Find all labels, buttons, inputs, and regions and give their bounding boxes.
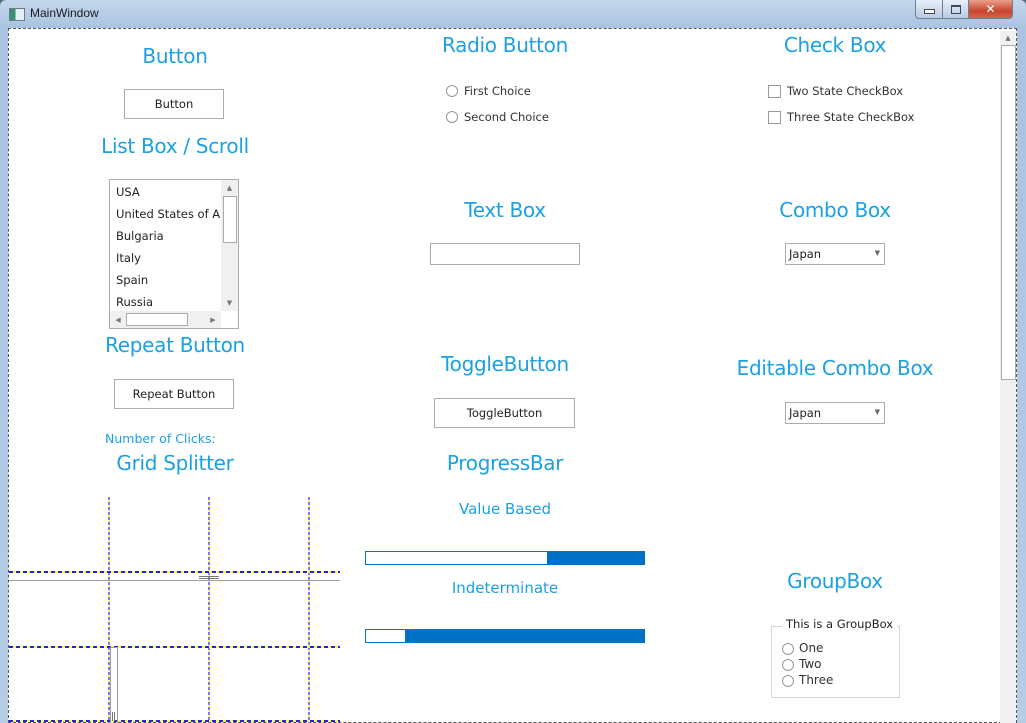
- country-listbox[interactable]: USA United States of Am Bulgaria Italy S…: [109, 179, 239, 329]
- list-item[interactable]: Italy: [116, 251, 141, 265]
- splitter-grip-icon: [114, 712, 115, 721]
- radio-label[interactable]: Two: [799, 657, 822, 671]
- repeat-button[interactable]: Repeat Button: [114, 379, 234, 409]
- listbox-horizontal-thumb[interactable]: [126, 313, 188, 326]
- text-box-heading: Text Box: [464, 198, 546, 222]
- combo-box-value: Japan: [789, 247, 822, 261]
- listbox-vertical-thumb[interactable]: [223, 196, 237, 243]
- listbox-heading: List Box / Scroll: [101, 134, 249, 158]
- scroll-right-icon[interactable]: ▶: [205, 311, 221, 328]
- progress-fill: [546, 552, 644, 564]
- main-window: MainWindow ✕ Button Button List Box / Sc…: [0, 0, 1026, 723]
- checkbox-label[interactable]: Two State CheckBox: [787, 84, 903, 98]
- listbox-horizontal-scrollbar[interactable]: ◀ ▶: [110, 311, 221, 328]
- splitter-grip-icon: [199, 578, 219, 579]
- checkbox-icon[interactable]: [768, 111, 781, 124]
- radio-icon[interactable]: [782, 643, 794, 655]
- minimize-button[interactable]: [915, 0, 943, 19]
- checkbox-label[interactable]: Three State CheckBox: [787, 110, 914, 124]
- list-item[interactable]: Spain: [116, 273, 148, 287]
- scroll-down-icon[interactable]: ▼: [221, 295, 238, 311]
- list-item[interactable]: Russia: [116, 295, 153, 309]
- demo-button[interactable]: Button: [124, 89, 224, 119]
- editable-combo-box[interactable]: Japan ▼: [785, 402, 885, 424]
- radio-button-heading: Radio Button: [442, 33, 568, 57]
- grid-splitter-heading: Grid Splitter: [116, 451, 234, 475]
- text-box-input[interactable]: [430, 243, 580, 265]
- close-icon: ✕: [985, 2, 996, 16]
- splitter-grip-icon: [112, 712, 113, 721]
- combo-box[interactable]: Japan ▼: [785, 243, 885, 265]
- editable-combo-box-heading: Editable Combo Box: [736, 356, 934, 380]
- maximize-button[interactable]: [942, 0, 969, 19]
- number-of-clicks-label: Number of Clicks:: [105, 431, 216, 446]
- toggle-button-heading: ToggleButton: [441, 352, 569, 376]
- radio-icon[interactable]: [446, 85, 458, 97]
- radio-icon[interactable]: [446, 111, 458, 123]
- maximize-icon: [950, 4, 961, 14]
- repeat-button-heading: Repeat Button: [105, 333, 245, 357]
- chevron-down-icon[interactable]: ▼: [875, 249, 880, 257]
- indeterminate-label: Indeterminate: [451, 579, 559, 597]
- progress-fill: [404, 630, 644, 642]
- scroll-up-icon[interactable]: ▲: [221, 180, 238, 196]
- radio-label[interactable]: Second Choice: [464, 110, 549, 124]
- radio-label[interactable]: First Choice: [464, 84, 531, 98]
- close-button[interactable]: ✕: [968, 0, 1013, 19]
- button-heading: Button: [142, 44, 208, 68]
- check-box-heading: Check Box: [783, 33, 887, 57]
- grid-line: [9, 720, 340, 722]
- title-bar[interactable]: MainWindow ✕: [0, 0, 1026, 28]
- radio-label[interactable]: Three: [799, 673, 833, 687]
- editable-combo-box-value[interactable]: Japan: [789, 406, 821, 420]
- listbox-vertical-scrollbar[interactable]: ▲ ▼: [221, 180, 238, 311]
- minimize-icon: [923, 9, 935, 14]
- grid-line: [308, 497, 310, 723]
- horizontal-splitter[interactable]: [9, 580, 340, 581]
- scroll-left-icon[interactable]: ◀: [110, 311, 126, 328]
- grid-line: [9, 571, 340, 573]
- splitter-grip-icon[interactable]: [199, 576, 219, 577]
- list-item[interactable]: United States of Am: [116, 207, 231, 221]
- value-based-label: Value Based: [458, 500, 552, 518]
- grid-line: [9, 646, 340, 648]
- radio-icon[interactable]: [782, 675, 794, 687]
- list-item[interactable]: Bulgaria: [116, 229, 164, 243]
- progressbar-heading: ProgressBar: [446, 451, 564, 475]
- toggle-button[interactable]: ToggleButton: [434, 398, 575, 428]
- chevron-down-icon[interactable]: ▼: [875, 408, 880, 416]
- group-box-title: This is a GroupBox: [782, 617, 898, 631]
- app-icon: [9, 8, 25, 21]
- combo-box-heading: Combo Box: [779, 198, 891, 222]
- value-based-progressbar: [365, 551, 645, 565]
- checkbox-icon[interactable]: [768, 85, 781, 98]
- scroll-up-icon[interactable]: ▲: [1000, 31, 1016, 45]
- main-scroll-thumb[interactable]: [1001, 45, 1016, 380]
- list-item[interactable]: USA: [116, 185, 140, 199]
- grid-line: [208, 497, 210, 723]
- indeterminate-progressbar: [365, 629, 645, 643]
- radio-icon[interactable]: [782, 659, 794, 671]
- main-vertical-scrollbar[interactable]: ▲: [1000, 31, 1016, 723]
- window-title: MainWindow: [30, 6, 99, 20]
- groupbox-heading: GroupBox: [787, 569, 883, 593]
- radio-label[interactable]: One: [799, 641, 823, 655]
